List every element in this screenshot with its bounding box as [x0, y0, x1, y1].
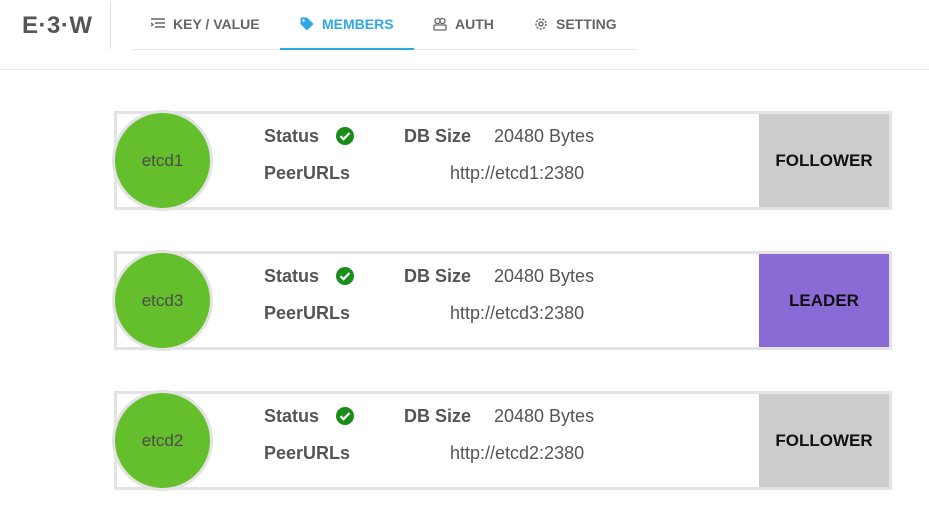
tab-label: KEY / VALUE — [173, 16, 260, 32]
gear-icon — [535, 18, 547, 30]
users-icon — [433, 17, 447, 31]
check-circle-icon — [336, 267, 354, 285]
status-label: Status — [264, 406, 320, 426]
member-card[interactable]: etcd3 Status DB Size 20480 Bytes PeerURL… — [112, 250, 892, 351]
db-size-value: 20480 Bytes — [494, 266, 595, 286]
status-label: Status — [264, 266, 320, 286]
list-icon — [150, 18, 165, 28]
role-badge: LEADER — [759, 254, 889, 347]
tab-label: MEMBERS — [322, 16, 394, 32]
check-circle-icon — [336, 127, 354, 145]
app-logo[interactable]: E·3·W — [22, 12, 93, 40]
db-size-label: DB Size — [404, 266, 472, 286]
db-size-label: DB Size — [404, 126, 472, 146]
peer-url-value: http://etcd2:2380 — [450, 443, 585, 463]
logo-divider — [110, 2, 111, 49]
member-name: etcd2 — [112, 390, 213, 491]
main-tabs: KEY / VALUE MEMBERS AUTH SETTING — [132, 0, 637, 50]
check-circle-icon — [336, 407, 354, 425]
tab-label: SETTING — [556, 16, 617, 32]
tab-auth[interactable]: AUTH — [416, 0, 516, 50]
member-name: etcd1 — [112, 110, 213, 211]
db-size-value: 20480 Bytes — [494, 406, 595, 426]
peer-urls-label: PeerURLs — [264, 443, 351, 463]
top-header: E·3·W KEY / VALUE MEMBERS AUTH SETTING — [0, 0, 929, 70]
db-size-label: DB Size — [404, 406, 472, 426]
peer-url-value: http://etcd3:2380 — [450, 303, 585, 323]
role-badge: FOLLOWER — [759, 114, 889, 207]
tab-key-value[interactable]: KEY / VALUE — [132, 0, 278, 50]
tab-setting[interactable]: SETTING — [518, 0, 637, 50]
peer-urls-label: PeerURLs — [264, 303, 351, 323]
tab-label: AUTH — [455, 16, 494, 32]
peer-url-value: http://etcd1:2380 — [450, 163, 585, 183]
member-name: etcd3 — [112, 250, 213, 351]
member-card[interactable]: etcd2 Status DB Size 20480 Bytes PeerURL… — [112, 390, 892, 491]
peer-urls-label: PeerURLs — [264, 163, 351, 183]
db-size-value: 20480 Bytes — [494, 126, 595, 146]
status-label: Status — [264, 126, 320, 146]
tab-members[interactable]: MEMBERS — [280, 0, 414, 50]
tag-icon — [300, 17, 314, 31]
role-badge: FOLLOWER — [759, 394, 889, 487]
member-card[interactable]: etcd1 Status DB Size 20480 Bytes PeerURL… — [112, 110, 892, 211]
